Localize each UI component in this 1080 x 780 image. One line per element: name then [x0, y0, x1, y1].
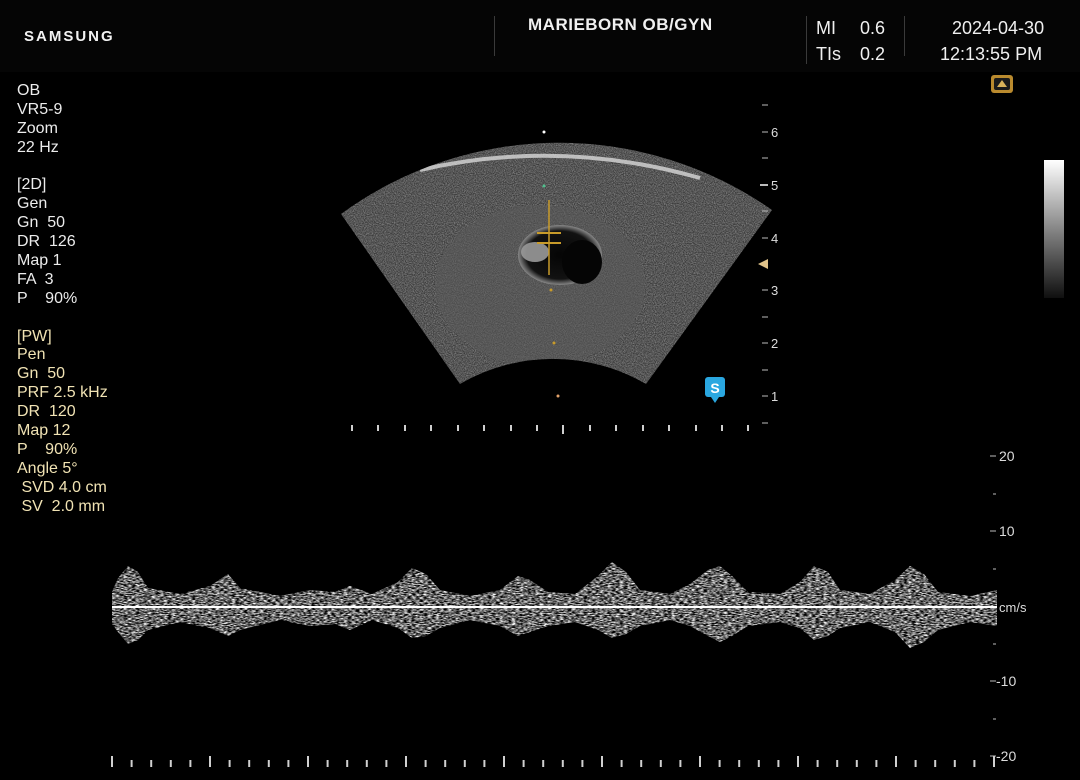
- velocity-label-20: 20: [999, 448, 1015, 464]
- header-divider: [806, 16, 807, 64]
- sector-image: [341, 142, 772, 384]
- velocity-label-10: 10: [999, 523, 1015, 539]
- depth-label-5: 5: [771, 178, 778, 193]
- depth-label-6: 6: [771, 125, 778, 140]
- tis-value: 0.2: [860, 44, 886, 64]
- time-axis: [111, 756, 995, 767]
- tis-label: TIs: [816, 44, 841, 64]
- facility-name: MARIEBORN OB/GYN: [528, 15, 713, 34]
- ultrasound-2d-image: 6 5 4 3 2 1 S: [341, 104, 778, 434]
- depth-label-4: 4: [771, 231, 778, 246]
- doppler-waveform: [112, 562, 997, 648]
- header-bar: [0, 0, 1080, 72]
- depth-label-3: 3: [771, 283, 778, 298]
- velocity-label-minus-20: -20: [996, 748, 1016, 764]
- mi-value: 0.6: [860, 18, 886, 38]
- header-divider: [904, 16, 905, 56]
- depth-label-2: 2: [771, 336, 778, 351]
- s-marker-icon: S: [705, 377, 725, 403]
- mi-label: MI: [816, 18, 836, 38]
- brand-logo: SAMSUNG: [24, 28, 115, 45]
- velocity-unit: cm/s: [999, 600, 1027, 615]
- svg-text:S: S: [710, 380, 719, 396]
- velocity-label-minus-10: -10: [996, 673, 1016, 689]
- focus-arrow-icon[interactable]: [758, 259, 768, 269]
- header-divider: [494, 16, 495, 56]
- pw-doppler-spectrum: 20 10 cm/s -10 -20: [111, 448, 1027, 767]
- lateral-scale: [351, 425, 749, 434]
- exam-date: 2024-04-30: [952, 18, 1045, 38]
- exam-time: 12:13:55 PM: [940, 44, 1043, 64]
- depth-label-1: 1: [771, 389, 778, 404]
